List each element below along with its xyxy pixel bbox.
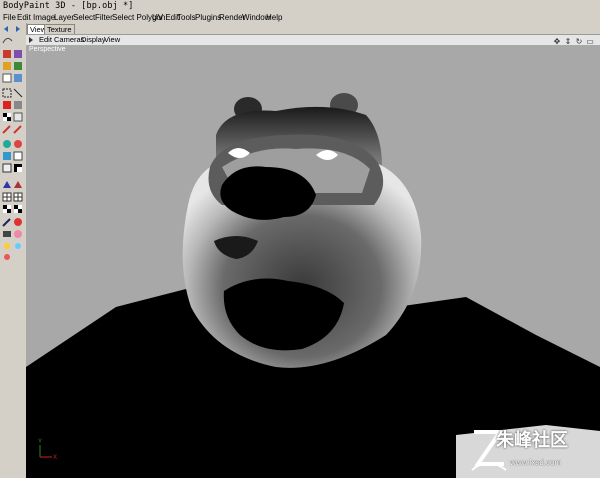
watermark-url: www.fxsd.com [510,458,562,467]
menu-edit[interactable]: Edit [17,13,31,22]
fill-icon[interactable] [3,62,22,70]
viewport-menu-arrow-icon[interactable] [29,37,33,43]
svg-text:Y: Y [38,439,42,445]
vmenu-display[interactable]: Display [81,35,106,45]
move-icon[interactable] [3,101,22,109]
watermark-text: 朱峰社区 [496,430,568,451]
menu-help[interactable]: Help [266,13,282,22]
menu-file[interactable]: File [3,13,16,22]
gradient-icon[interactable] [3,181,22,188]
select-rect-icon[interactable] [2,88,23,98]
viewport-nav-icons: ✥ ⇕ ↻ ▭ [550,36,594,46]
menu-tools[interactable]: Tools [177,13,196,22]
scale-icon[interactable] [4,254,10,260]
vmenu-cameras[interactable]: Cameras [54,35,84,45]
menu-plugins[interactable]: Plugins [195,13,221,22]
eyedropper-icon[interactable] [2,218,22,227]
smudge-icon[interactable] [3,140,22,148]
color-swatch-icon[interactable] [2,163,22,173]
tool-palette [0,23,27,478]
perspective-viewport[interactable]: Perspective Y X 朱峰社区 www.fxsd.com [26,45,600,478]
watermark: 朱峰社区 www.fxsd.com [468,424,598,476]
camera-icon[interactable] [3,230,22,238]
pencil-icon[interactable] [2,125,22,134]
menu-layer[interactable]: Layer [54,13,74,22]
checker-icon[interactable] [3,112,23,122]
tab-texture[interactable]: Texture [44,24,75,34]
menu-uv-edit[interactable]: UV Edit [152,13,179,22]
brush-icon[interactable] [3,50,22,58]
svg-text:X: X [53,455,57,461]
clone-icon[interactable] [3,151,23,161]
window-title: BodyPaint 3D - [bp.obj *] [3,1,134,11]
magic-wand-icon[interactable] [3,205,22,213]
menu-filter[interactable]: Filter [95,13,113,22]
menu-bar: File Edit Image Layer Select Filter Sele… [0,12,600,23]
tool-icons [2,26,23,260]
vmenu-view[interactable]: View [104,35,120,45]
curve-icon[interactable] [2,37,13,44]
redo-icon[interactable] [16,26,20,32]
menu-select[interactable]: Select [73,13,95,22]
light-icon[interactable] [4,243,21,249]
menu-image[interactable]: Image [33,13,55,22]
eraser-icon[interactable] [2,73,22,83]
undo-icon[interactable] [4,26,8,32]
bear-model: Y X [26,93,600,478]
vmenu-edit[interactable]: Edit [39,35,52,45]
grid-icon[interactable] [2,192,23,202]
